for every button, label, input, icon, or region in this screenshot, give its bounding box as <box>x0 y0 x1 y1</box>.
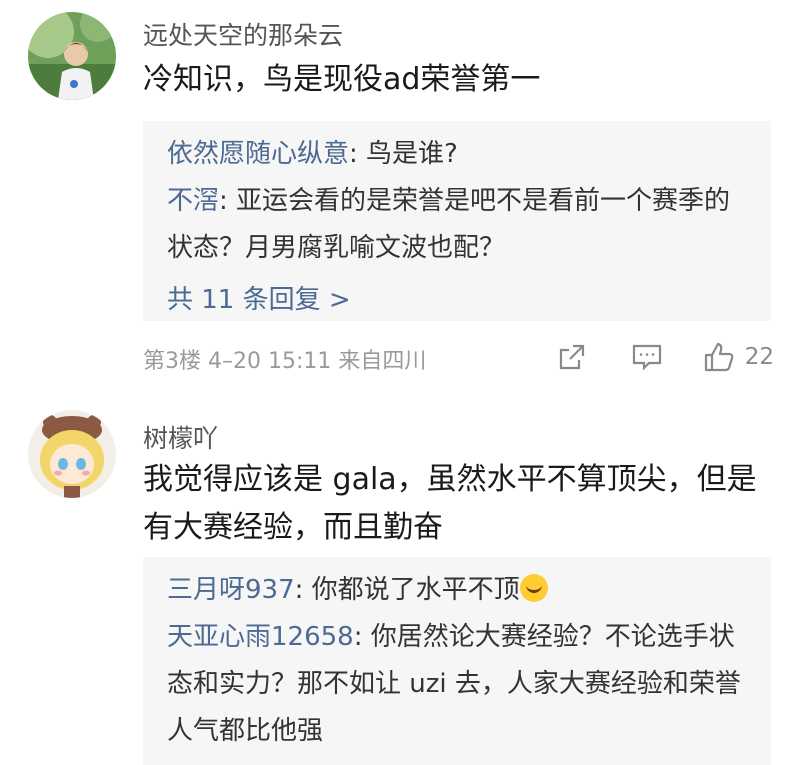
reply-username[interactable]: 天亚心雨12658 <box>167 622 354 652</box>
comment-meta-row: 第3楼 4–20 15:11 来自四川 22 <box>0 337 800 377</box>
thumbs-up-icon <box>703 341 735 373</box>
username[interactable]: 树檬吖 <box>143 419 218 455</box>
reply-username[interactable]: 依然愿随心纵意 <box>167 139 349 169</box>
like-button[interactable]: 22 <box>703 341 774 373</box>
username[interactable]: 远处天空的那朵云 <box>143 16 343 52</box>
reply-text: : 亚运会看的是荣誉是吧不是看前一个赛季的状态？月男腐乳喻文波也配？ <box>167 186 731 263</box>
comment-actions: 22 <box>557 337 774 377</box>
reply-box[interactable]: 三月呀937: 你都说了水平不顶 天亚心雨12658: 你居然论大赛经验？不论选… <box>143 557 771 765</box>
reply-item[interactable]: 三月呀937: 你都说了水平不顶 <box>167 567 749 614</box>
reply-item[interactable]: 不滘: 亚运会看的是荣誉是吧不是看前一个赛季的状态？月男腐乳喻文波也配？ <box>167 178 749 272</box>
avatar[interactable] <box>28 410 116 498</box>
more-replies-link[interactable]: 共 11 条回复 > <box>167 276 749 324</box>
comment-content: 冷知识，鸟是现役ad荣誉第一 <box>143 62 541 97</box>
like-count: 22 <box>744 344 774 370</box>
reply-item[interactable]: 天亚心雨12658: 你居然论大赛经验？不论选手状态和实力？那不如让 uzi 去… <box>167 614 749 755</box>
laughing-crying-emoji-icon <box>519 574 548 602</box>
reply-username[interactable]: 不滘 <box>167 186 219 216</box>
reply-box[interactable]: 依然愿随心纵意: 鸟是谁? 不滘: 亚运会看的是荣誉是吧不是看前一个赛季的状态？… <box>143 121 771 321</box>
share-button[interactable] <box>557 342 587 372</box>
reply-text: : 鸟是谁? <box>349 139 458 169</box>
comment-meta: 第3楼 4–20 15:11 来自四川 <box>143 349 427 374</box>
comment-icon <box>631 342 663 372</box>
reply-text: : 你都说了水平不顶 <box>294 575 520 605</box>
reply-item[interactable]: 依然愿随心纵意: 鸟是谁? <box>167 131 749 178</box>
reply-button[interactable] <box>631 342 663 372</box>
share-icon <box>557 342 587 372</box>
avatar[interactable] <box>28 12 116 100</box>
comment-content: 我觉得应该是 gala，虽然水平不算顶尖，但是有大赛经验，而且勤奋 <box>143 462 757 545</box>
reply-username[interactable]: 三月呀937 <box>167 575 295 605</box>
